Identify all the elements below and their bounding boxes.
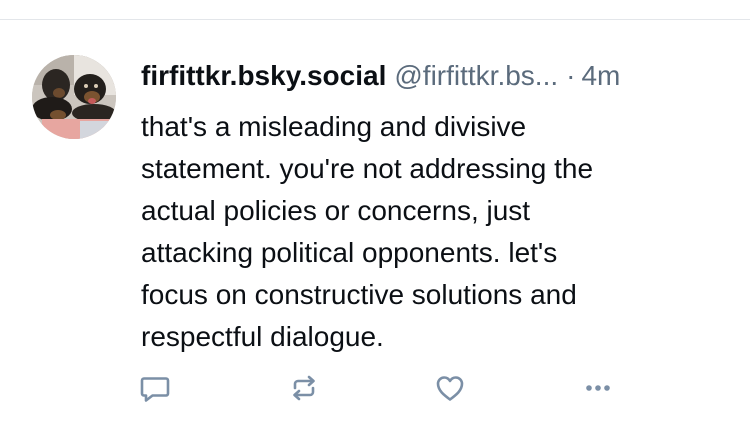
author-display-name[interactable]: firfittkr.bsky.social	[141, 60, 386, 91]
repost-button[interactable]	[284, 368, 324, 408]
reply-button[interactable]	[135, 368, 175, 408]
post-text: that's a misleading and divisive stateme…	[141, 111, 594, 352]
more-options-button[interactable]	[578, 368, 618, 408]
post-actions	[0, 368, 750, 408]
more-options-icon	[586, 385, 610, 391]
author-handle[interactable]: @firfittkr.bs...	[394, 60, 558, 91]
repost-icon	[293, 375, 315, 401]
header-separator: ·	[566, 60, 576, 91]
dogs-photo-avatar	[32, 55, 116, 139]
heart-icon	[436, 376, 464, 401]
post-header: firfittkr.bsky.social @firfittkr.bs... · 4m	[141, 56, 731, 96]
avatar[interactable]	[32, 55, 116, 139]
reply-icon	[140, 377, 170, 402]
post-timestamp[interactable]: 4m	[581, 60, 620, 91]
post-card[interactable]: firfittkr.bsky.social @firfittkr.bs... · 4m…	[0, 20, 750, 433]
like-button[interactable]	[430, 368, 470, 408]
